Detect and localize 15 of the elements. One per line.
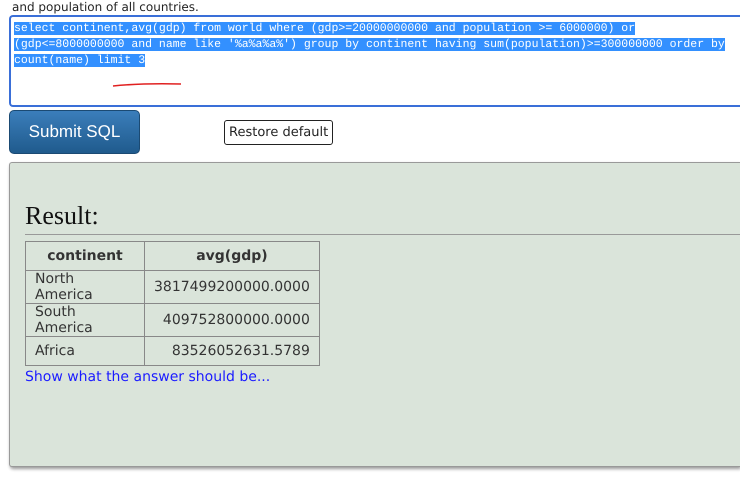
table-cell: North America — [26, 270, 144, 304]
sql-input-field[interactable]: select continent,avg(gdp) from world where (gdp>=20000000000 and population >= 6000000) or (gdp<=8000000000 and name like '%a%a%a%') group by continent having sum(population)>=300000000 order by count(name) limit 3 — [9, 15, 740, 107]
annotation-underline — [112, 82, 182, 87]
table-cell: 3817499200000.0000 — [144, 270, 320, 304]
submit-sql-button[interactable]: Submit SQL — [9, 110, 140, 154]
table-cell: Africa — [26, 336, 144, 366]
table-cell: South America — [26, 304, 144, 336]
show-answer-link[interactable]: Show what the answer should be... — [25, 369, 270, 385]
column-header: avg(gdp) — [144, 242, 320, 270]
intro-text: and population of all countries. — [11, 0, 200, 14]
table-cell: 83526052631.5789 — [144, 336, 320, 366]
column-header: continent — [26, 242, 144, 270]
result-heading: Result: — [25, 201, 740, 235]
restore-default-button[interactable]: Restore default — [224, 120, 334, 144]
table-cell: 409752800000.0000 — [144, 304, 320, 336]
